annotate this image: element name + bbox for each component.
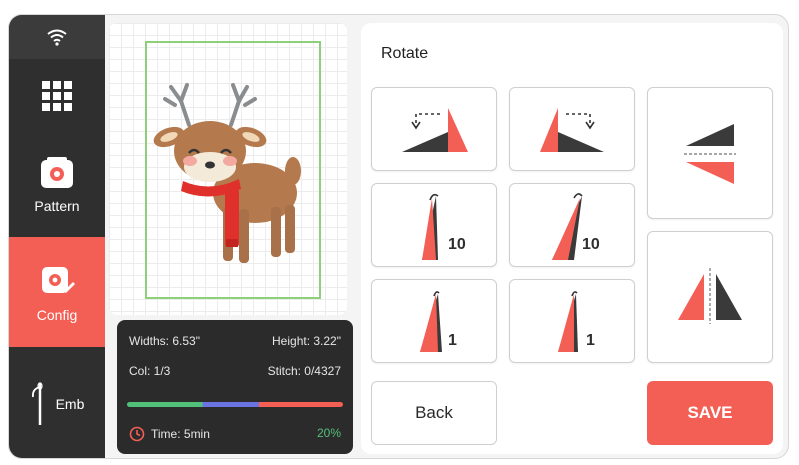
time-readout: Time: 5min	[151, 427, 210, 441]
rotate-cw-fine-icon	[558, 291, 578, 352]
sidebar-item-emb[interactable]: Emb	[9, 347, 105, 458]
wifi-status	[9, 15, 105, 59]
rotate-step-label: 1	[448, 332, 457, 349]
height-readout: Height: 3.22"	[272, 334, 341, 348]
device-frame: Pattern Config Emb Widths: 6.53" Height:…	[8, 14, 789, 459]
pattern-preview[interactable]	[109, 23, 347, 315]
sidebar-item-config[interactable]: Config	[9, 237, 105, 347]
sidebar: Pattern Config Emb	[9, 15, 105, 458]
color-progress-bar	[127, 402, 343, 407]
flip-horizontal-button[interactable]	[647, 231, 773, 363]
hoop-boundary	[145, 41, 321, 299]
rotate-1-cw-button[interactable]: 1	[509, 279, 635, 363]
stitch-readout: Stitch: 0/4327	[267, 364, 341, 378]
pattern-icon	[41, 157, 73, 188]
rotate-1-ccw-button[interactable]: 1	[371, 279, 497, 363]
rotate-step-label: 10	[582, 236, 600, 253]
sidebar-item-label: Config	[36, 307, 78, 323]
save-button[interactable]: SAVE	[647, 381, 773, 445]
sidebar-item-menu[interactable]	[9, 59, 105, 133]
needle-icon	[31, 381, 43, 425]
rotate-cw-90-icon	[540, 108, 604, 152]
rotate-step-label: 1	[586, 332, 595, 349]
rotate-panel: Rotate 10 10 1 1 Back SAVE	[361, 23, 783, 454]
rotate-cw-small-icon	[552, 193, 583, 260]
rotate-90-ccw-button[interactable]	[371, 87, 497, 171]
sidebar-item-pattern[interactable]: Pattern	[9, 133, 105, 237]
stitch-info-panel: Widths: 6.53" Height: 3.22" Col: 1/3 Sti…	[117, 320, 353, 454]
back-button[interactable]: Back	[371, 381, 497, 445]
wifi-icon	[47, 29, 67, 46]
flip-horizontal-icon	[678, 268, 742, 324]
reindeer-design	[153, 83, 301, 263]
clock-icon	[129, 426, 145, 442]
rotate-10-ccw-button[interactable]: 10	[371, 183, 497, 267]
rotate-ccw-small-icon	[422, 193, 439, 260]
flip-vertical-icon	[684, 124, 736, 184]
config-icon	[42, 267, 75, 293]
flip-vertical-button[interactable]	[647, 87, 773, 219]
sidebar-item-label: Emb	[55, 395, 85, 412]
rotate-90-cw-button[interactable]	[509, 87, 635, 171]
width-readout: Widths: 6.53"	[129, 334, 200, 348]
grid-icon	[42, 81, 72, 111]
rotate-10-cw-button[interactable]: 10	[509, 183, 635, 267]
page-title: Rotate	[381, 45, 429, 62]
rotate-ccw-90-icon	[402, 108, 468, 152]
progress-percent: 20%	[316, 426, 341, 440]
rotate-ccw-fine-icon	[420, 291, 442, 352]
rotate-step-label: 10	[448, 236, 466, 253]
sidebar-item-label: Pattern	[34, 198, 80, 214]
color-readout: Col: 1/3	[129, 364, 171, 378]
